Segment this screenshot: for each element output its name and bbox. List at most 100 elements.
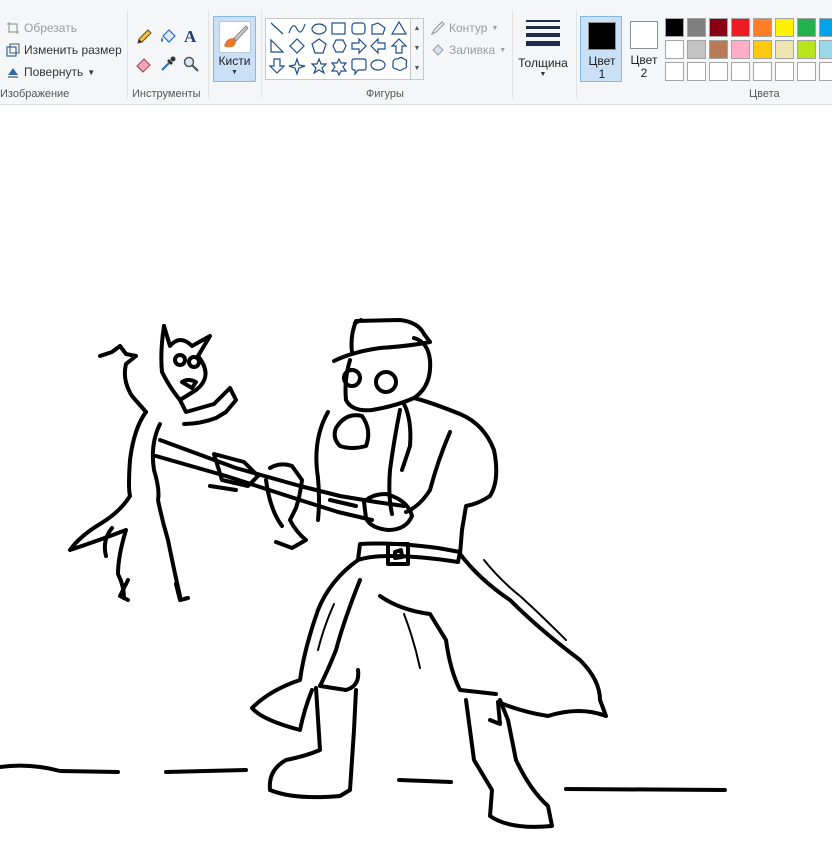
palette-color-swatch[interactable] (819, 40, 832, 59)
line-shape-icon (270, 22, 284, 35)
chevron-down-icon: ▼ (499, 46, 507, 54)
left-arrow-shape-icon (370, 37, 386, 55)
palette-color-swatch[interactable] (753, 18, 772, 37)
palette-color-swatch[interactable] (687, 62, 706, 81)
shapes-group-label: Фигуры (366, 88, 404, 100)
hat-stroke (353, 318, 363, 325)
palette-color-swatch[interactable] (753, 40, 772, 59)
resize-button[interactable]: Изменить размер (6, 41, 122, 59)
divider (208, 10, 209, 98)
triangle-shape-icon (390, 20, 408, 35)
pentagon-shape-icon (311, 38, 327, 54)
coat-detail-stroke (403, 613, 421, 669)
palette-color-swatch[interactable] (665, 18, 684, 37)
palette-color-swatch[interactable] (709, 18, 728, 37)
palette-color-swatch[interactable] (665, 62, 684, 81)
eraser-icon (136, 58, 151, 73)
curve-shape-icon (288, 23, 306, 34)
boot-stroke (267, 686, 358, 800)
six-point-star-icon (330, 57, 348, 77)
palette-color-swatch[interactable] (819, 62, 832, 81)
outline-label: Контур (449, 21, 488, 35)
oval-shape-icon (311, 23, 327, 35)
palette-color-swatch[interactable] (709, 62, 728, 81)
cat-body-stroke (68, 410, 148, 600)
four-point-star-icon (288, 57, 306, 76)
magnifier-tool[interactable] (181, 54, 201, 74)
palette-color-swatch[interactable] (731, 62, 750, 81)
colors-group-label: Цвета (749, 88, 780, 100)
palette-color-swatch[interactable] (731, 40, 750, 59)
polygon-shape-icon (371, 22, 386, 35)
color2-button[interactable]: Цвет 2 (623, 16, 665, 82)
callout-oval-icon (370, 59, 386, 71)
diamond-shape-icon (289, 38, 305, 54)
fill-dropdown[interactable]: Заливка ▼ (430, 41, 506, 59)
scroll-up-icon[interactable]: ▲ (411, 19, 423, 39)
palette-color-swatch[interactable] (709, 40, 728, 59)
mask-eye-stroke (374, 370, 398, 394)
palette-color-swatch[interactable] (775, 18, 794, 37)
color2-swatch (630, 21, 658, 49)
chevron-down-icon: ▼ (539, 71, 547, 78)
shapes-scrollbar[interactable]: ▲ ▼ ▼ (411, 18, 424, 80)
callout-cloud-icon (392, 56, 408, 72)
pencil-icon (137, 29, 152, 44)
palette-color-swatch[interactable] (797, 18, 816, 37)
eyedropper-icon (161, 56, 176, 71)
rectangle-shape-icon (331, 22, 346, 35)
brushes-label: Кисти (218, 54, 251, 68)
scroll-down-icon[interactable]: ▼ (411, 39, 423, 59)
drawing (0, 318, 727, 829)
cat-mouth-stroke (180, 378, 198, 390)
palette-color-swatch[interactable] (665, 40, 684, 59)
thickness-button[interactable]: Толщина ▼ (514, 16, 572, 82)
palette-color-swatch[interactable] (775, 40, 794, 59)
hexagon-shape-icon (332, 39, 347, 53)
resize-label: Изменить размер (24, 43, 122, 57)
text-tool[interactable]: A (181, 26, 201, 46)
rotate-label: Повернуть (24, 65, 84, 79)
expand-gallery-icon[interactable]: ▼ (411, 59, 423, 79)
rifle-stroke (208, 484, 238, 492)
arm-stroke (404, 430, 452, 514)
rifle-stroke (264, 478, 284, 528)
down-arrow-shape-icon (268, 58, 286, 74)
crop-button[interactable]: Обрезать (6, 19, 77, 37)
eraser-tool[interactable] (134, 54, 154, 74)
rifle-stroke (328, 498, 358, 508)
cat-foot-stroke (174, 582, 190, 602)
tools-group-label: Инструменты (132, 88, 201, 100)
chevron-down-icon: ▼ (231, 69, 238, 76)
fill-tool[interactable] (158, 27, 178, 47)
rifle-grip-stroke (268, 462, 308, 550)
cat-arm-stroke (98, 344, 148, 414)
palette-color-swatch[interactable] (797, 40, 816, 59)
brushes-button[interactable]: Кисти ▼ (213, 16, 256, 82)
right-arrow-shape-icon (351, 37, 367, 55)
palette-color-swatch[interactable] (731, 18, 750, 37)
shapes-gallery[interactable] (265, 18, 411, 80)
drawing-canvas[interactable] (0, 106, 832, 851)
outline-dropdown[interactable]: Контур ▼ (430, 19, 498, 37)
rotate-button[interactable]: Повернуть ▼ (6, 63, 95, 81)
palette-color-swatch[interactable] (819, 18, 832, 37)
palette-color-swatch[interactable] (797, 62, 816, 81)
ground-stroke (397, 778, 453, 784)
palette-color-swatch[interactable] (687, 18, 706, 37)
color1-swatch (588, 22, 616, 50)
color1-button[interactable]: Цвет 1 (580, 16, 622, 82)
outline-icon (430, 21, 445, 36)
coat-detail-stroke (483, 559, 567, 641)
belt-buckle-stroke (386, 542, 410, 566)
fill-label: Заливка (449, 43, 496, 57)
palette-color-swatch[interactable] (753, 62, 772, 81)
palette-color-swatch[interactable] (687, 40, 706, 59)
pencil-tool[interactable] (134, 27, 154, 47)
five-point-star-icon (310, 57, 328, 75)
divider (127, 10, 128, 98)
coat-stroke (378, 594, 498, 696)
palette-color-swatch[interactable] (775, 62, 794, 81)
color-picker-tool[interactable] (158, 54, 178, 74)
image-group-label: Изображение (0, 88, 70, 100)
